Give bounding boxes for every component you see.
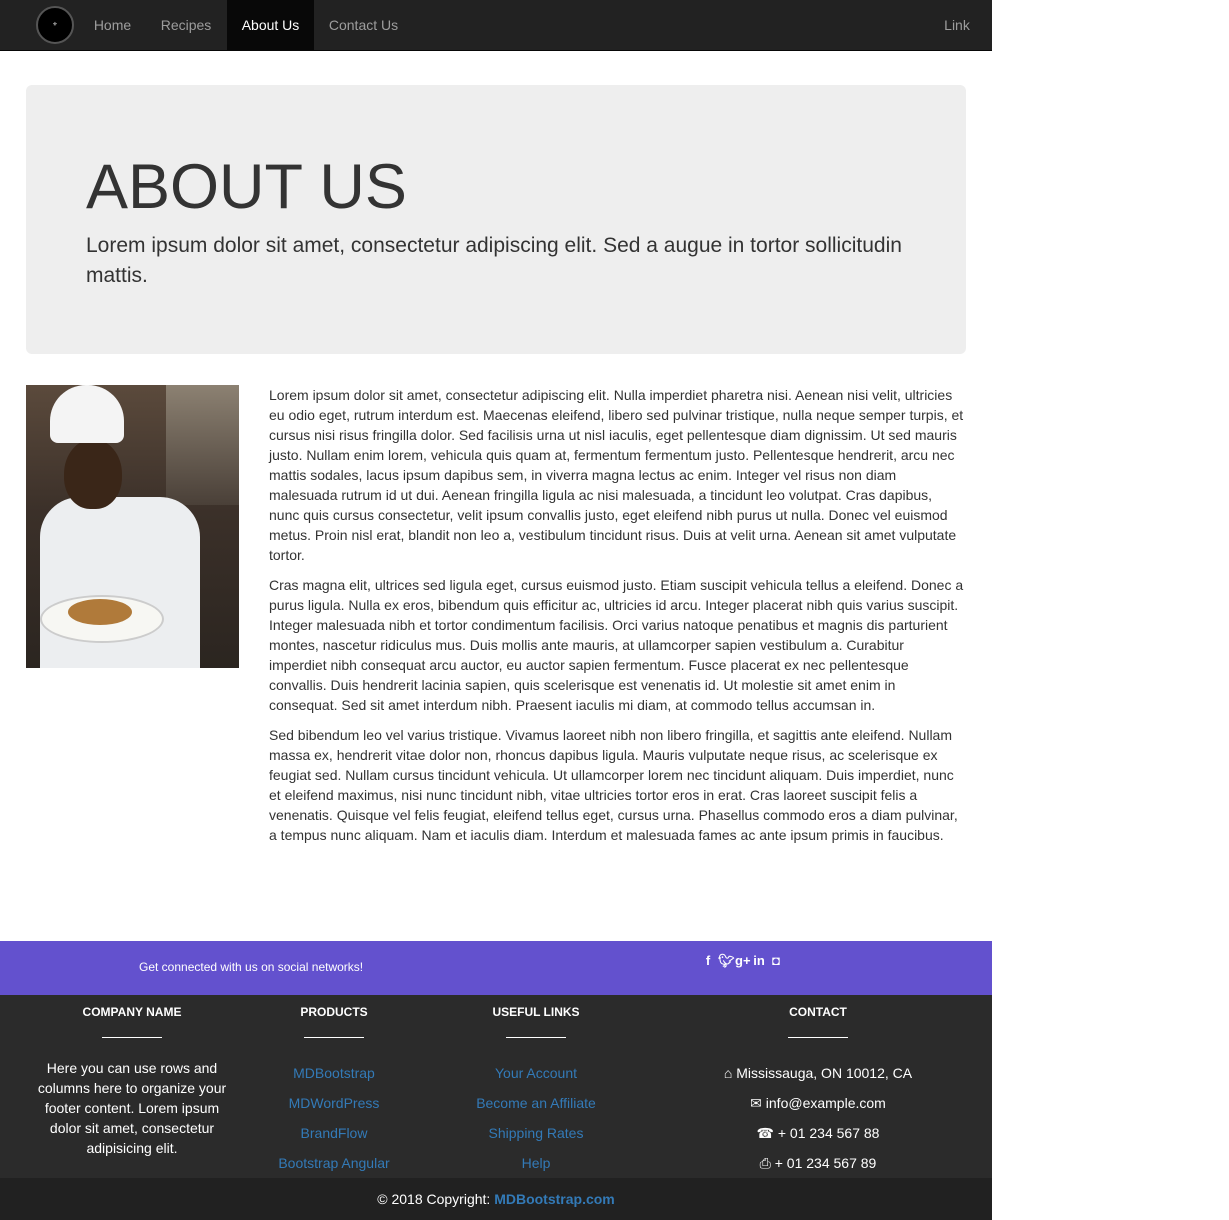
footer-company-heading: COMPANY NAME xyxy=(82,1005,182,1019)
address-text: Mississauga, ON 10012, CA xyxy=(736,1065,913,1081)
site-logo[interactable]: ⚜ xyxy=(36,6,74,44)
footer-products-heading: PRODUCTS xyxy=(300,1005,368,1019)
copyright-text: © 2018 Copyright: xyxy=(377,1191,491,1207)
facebook-icon[interactable]: f xyxy=(701,953,715,969)
navbar: ⚜ Home Recipes About Us Contact Us Link xyxy=(0,0,992,51)
page-title: ABOUT US xyxy=(86,152,407,222)
fax-text: + 01 234 567 89 xyxy=(774,1155,877,1171)
link-bootstrap-angular[interactable]: Bootstrap Angular xyxy=(278,1155,389,1171)
contact-phone: ☎ + 01 234 567 88 xyxy=(708,1118,928,1148)
footer-contact: CONTACT ⌂ Mississauga, ON 10012, CA ✉ in… xyxy=(708,995,928,1178)
footer-company: COMPANY NAME Here you can use rows and c… xyxy=(32,995,232,1158)
print-icon: ⎙ xyxy=(759,1155,771,1171)
nav-link[interactable]: Link xyxy=(930,0,984,50)
paragraph-3: Sed bibendum leo vel varius tristique. V… xyxy=(269,727,958,843)
footer: COMPANY NAME Here you can use rows and c… xyxy=(0,995,992,1178)
nav-recipes[interactable]: Recipes xyxy=(145,0,227,50)
email-text: info@example.com xyxy=(765,1095,886,1111)
nav-home[interactable]: Home xyxy=(80,0,145,50)
divider xyxy=(304,1037,364,1038)
chef-hat xyxy=(50,385,124,443)
footer-contact-heading: CONTACT xyxy=(789,1005,847,1019)
twitter-icon[interactable]: 🐦︎ xyxy=(718,953,735,969)
link-your-account[interactable]: Your Account xyxy=(495,1065,577,1081)
footer-useful-heading: USEFUL LINKS xyxy=(492,1005,580,1019)
page: ⚜ Home Recipes About Us Contact Us Link … xyxy=(0,0,992,1220)
link-help[interactable]: Help xyxy=(522,1155,551,1171)
footer-useful-links: USEFUL LINKS Your Account Become an Affi… xyxy=(456,995,616,1178)
social-text: Get connected with us on social networks… xyxy=(139,960,364,974)
envelope-icon: ✉ xyxy=(750,1095,762,1111)
contact-fax: ⎙ + 01 234 567 89 xyxy=(708,1148,928,1178)
home-icon: ⌂ xyxy=(723,1065,733,1081)
link-shipping-rates[interactable]: Shipping Rates xyxy=(489,1125,584,1141)
divider xyxy=(102,1037,162,1038)
chef-face xyxy=(64,439,122,509)
copyright-bar: © 2018 Copyright: MDBootstrap.com xyxy=(0,1178,992,1220)
link-mdwordpress[interactable]: MDWordPress xyxy=(289,1095,380,1111)
paragraph-1: Lorem ipsum dolor sit amet, consectetur … xyxy=(269,387,964,563)
social-bar: Get connected with us on social networks… xyxy=(0,941,992,995)
food xyxy=(68,599,132,625)
paragraph-2: Cras magna elit, ultrices sed ligula ege… xyxy=(269,577,964,713)
phone-text: + 01 234 567 88 xyxy=(777,1125,880,1141)
social-icons: f 🐦︎ g+ in ◘ xyxy=(701,953,783,969)
jumbotron: ABOUT US Lorem ipsum dolor sit amet, con… xyxy=(26,85,966,354)
copyright-link[interactable]: MDBootstrap.com xyxy=(494,1191,615,1207)
contact-address: ⌂ Mississauga, ON 10012, CA xyxy=(708,1058,928,1088)
about-content: Lorem ipsum dolor sit amet, consectetur … xyxy=(269,385,964,855)
link-mdbootstrap[interactable]: MDBootstrap xyxy=(293,1065,375,1081)
phone-icon: ☎ xyxy=(756,1125,774,1141)
link-brandflow[interactable]: BrandFlow xyxy=(301,1125,368,1141)
kitchen-background xyxy=(166,385,239,505)
logo-icon: ⚜ xyxy=(52,21,58,28)
divider xyxy=(506,1037,566,1038)
contact-email: ✉ info@example.com xyxy=(708,1088,928,1118)
linkedin-icon[interactable]: in xyxy=(752,953,766,969)
google-plus-icon[interactable]: g+ xyxy=(735,953,751,969)
link-become-affiliate[interactable]: Become an Affiliate xyxy=(476,1095,596,1111)
divider xyxy=(788,1037,848,1038)
footer-company-text: Here you can use rows and columns here t… xyxy=(37,1060,227,1156)
nav-about-us[interactable]: About Us xyxy=(227,0,314,50)
chef-coat xyxy=(40,497,200,668)
instagram-icon[interactable]: ◘ xyxy=(769,953,783,969)
nav-contact-us[interactable]: Contact Us xyxy=(314,0,413,50)
chef-photo xyxy=(26,385,239,668)
lead-text: Lorem ipsum dolor sit amet, consectetur … xyxy=(86,234,902,287)
footer-products: PRODUCTS MDBootstrap MDWordPress BrandFl… xyxy=(264,995,404,1178)
